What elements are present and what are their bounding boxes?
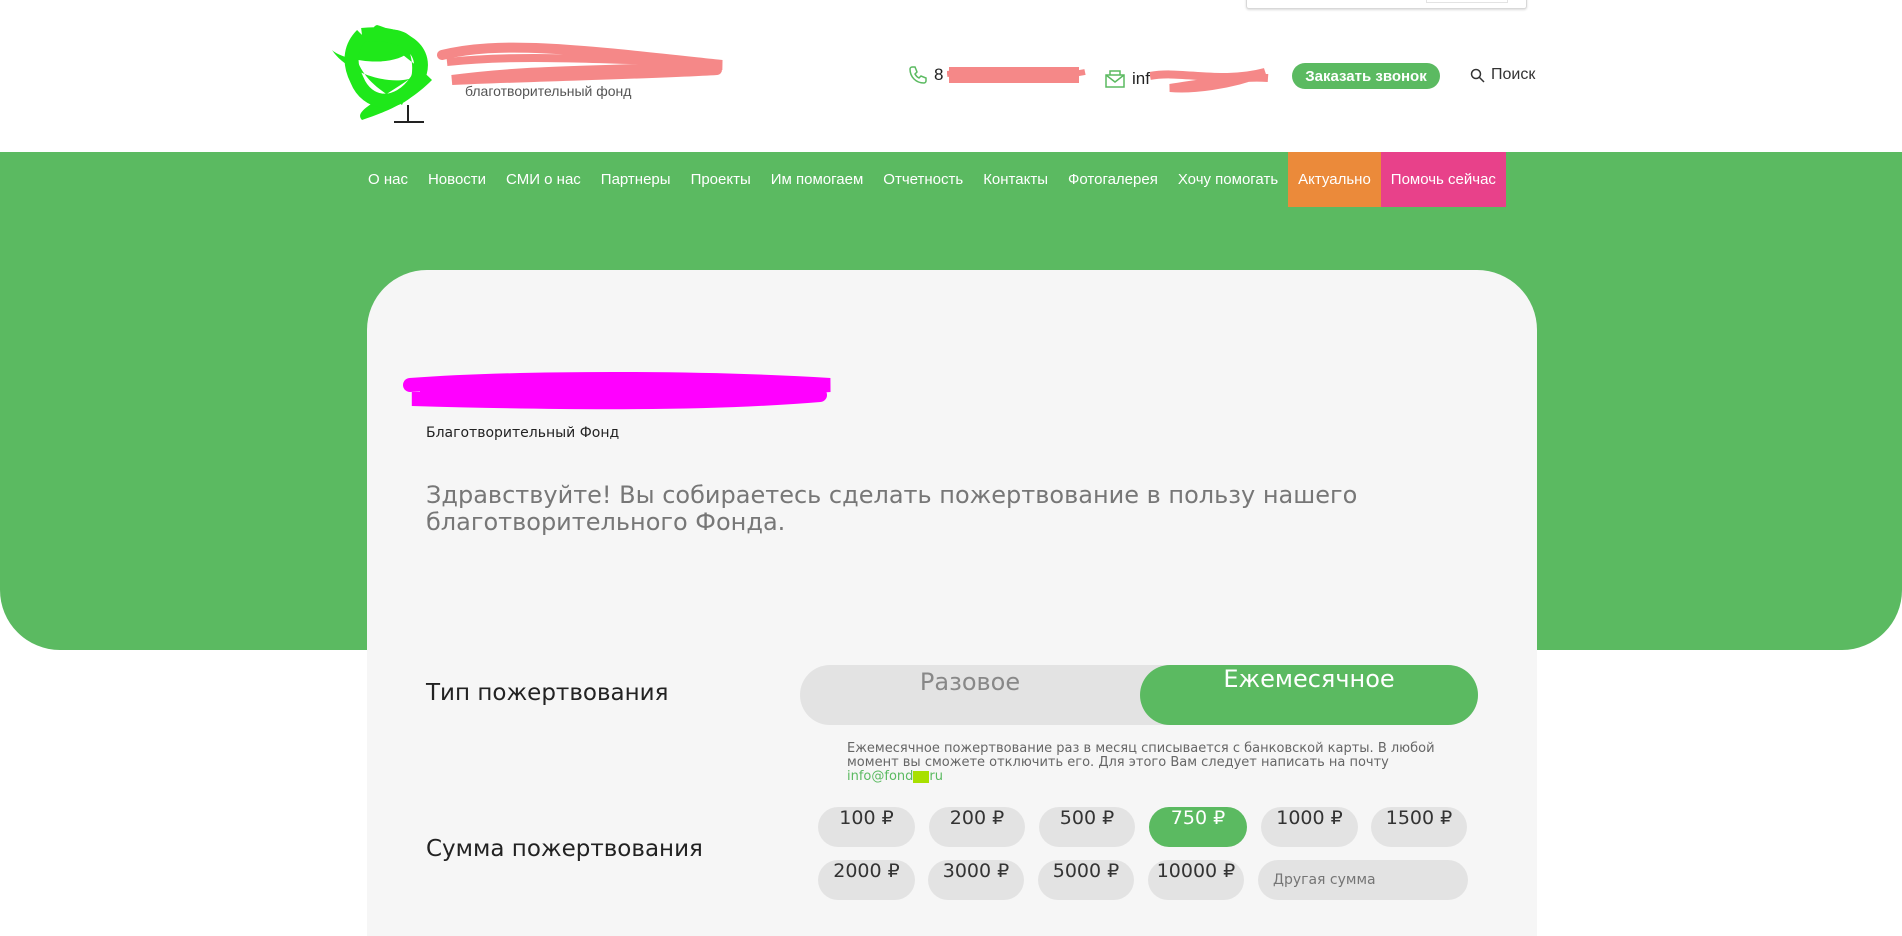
amount-5000[interactable]: 5000 ₽ (1038, 860, 1134, 900)
order-callback-button[interactable]: Заказать звонок (1292, 63, 1440, 89)
donation-type-label: Тип пожертвования (426, 680, 669, 706)
search-link[interactable]: Поиск (1470, 66, 1535, 84)
nav-actual[interactable]: Актуально (1288, 152, 1381, 207)
nav-partners[interactable]: Партнеры (591, 152, 681, 207)
amount-2000[interactable]: 2000 ₽ (818, 860, 915, 900)
main-nav: О нас Новости СМИ о нас Партнеры Проекты… (358, 152, 1506, 207)
nav-media[interactable]: СМИ о нас (496, 152, 591, 207)
search-label: Поиск (1491, 66, 1536, 83)
donation-type-toggle: Разовое Ежемесячное (800, 665, 1478, 725)
phone-icon (909, 66, 927, 84)
header-dropdown-box (1246, 0, 1527, 9)
nav-want-help[interactable]: Хочу помогать (1168, 152, 1288, 207)
nav-projects[interactable]: Проекты (681, 152, 761, 207)
amount-500[interactable]: 500 ₽ (1039, 807, 1135, 847)
email-icon (1105, 70, 1125, 88)
phone-text: 8 (934, 65, 944, 84)
nav-gallery[interactable]: Фотогалерея (1058, 152, 1168, 207)
search-icon (1470, 68, 1485, 83)
fund-subtitle: Благотворительный Фонд (426, 425, 620, 441)
amount-100[interactable]: 100 ₽ (818, 807, 915, 847)
monthly-note-text: Ежемесячное пожертвование раз в месяц сп… (847, 741, 1435, 770)
greeting-text: Здравствуйте! Вы собираетесь сделать пож… (426, 481, 1358, 536)
amount-10000[interactable]: 10000 ₽ (1148, 860, 1244, 900)
amount-3000[interactable]: 3000 ₽ (928, 860, 1024, 900)
fund-title-redacted (403, 372, 831, 410)
phone-redaction (947, 67, 1087, 83)
nav-news[interactable]: Новости (418, 152, 496, 207)
other-amount-input[interactable] (1258, 860, 1468, 900)
nav-we-help[interactable]: Им помогаем (761, 152, 874, 207)
logo-subtitle: благотворительный фонд (465, 83, 632, 99)
type-monthly-option[interactable]: Ежемесячное (1140, 665, 1478, 725)
amount-label: Сумма пожертвования (426, 836, 703, 862)
amount-1500[interactable]: 1500 ₽ (1371, 807, 1467, 847)
email-contact[interactable]: inf (1104, 64, 1276, 94)
email-text: inf (1132, 69, 1150, 88)
nav-help-now[interactable]: Помочь сейчас (1380, 152, 1506, 207)
note-email-link[interactable]: info@fond ru (847, 769, 943, 784)
amount-750[interactable]: 750 ₽ (1149, 807, 1247, 847)
amount-200[interactable]: 200 ₽ (929, 807, 1025, 847)
amount-1000[interactable]: 1000 ₽ (1261, 807, 1358, 847)
email-redaction (1149, 68, 1269, 93)
nav-about[interactable]: О нас (358, 152, 418, 207)
monthly-note: Ежемесячное пожертвование раз в месяц сп… (847, 742, 1467, 784)
type-once-option[interactable]: Разовое (800, 668, 1140, 728)
nav-contacts[interactable]: Контакты (973, 152, 1058, 207)
phone-contact[interactable]: 8 (908, 64, 1093, 86)
logo[interactable] (322, 10, 732, 130)
nav-reports[interactable]: Отчетность (873, 152, 973, 207)
